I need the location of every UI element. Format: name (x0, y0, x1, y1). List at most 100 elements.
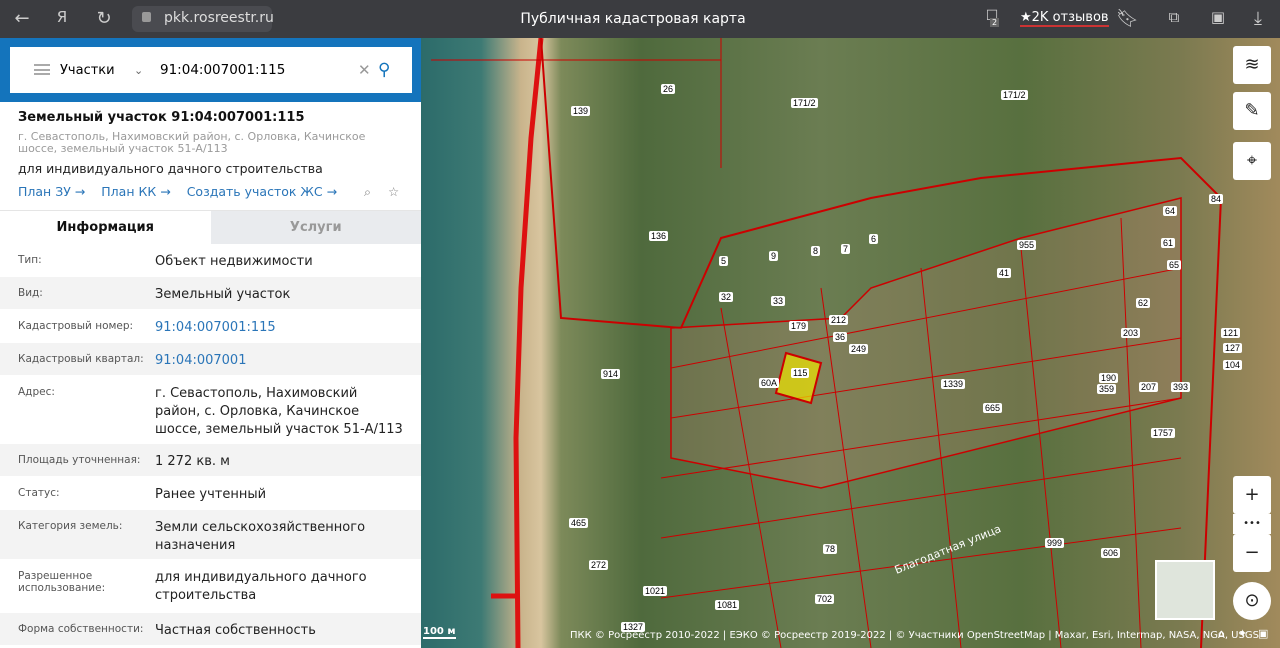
parcel-label[interactable]: 32 (719, 292, 734, 302)
locate-button[interactable]: ⌖ (1233, 142, 1271, 180)
object-title: Земельный участок 91:04:007001:115 (18, 110, 305, 125)
minimap[interactable] (1155, 560, 1215, 620)
parcel-label[interactable]: 33 (771, 296, 786, 306)
search-input[interactable]: 91:04:007001:115 (160, 62, 285, 78)
object-card: Земельный участок 91:04:007001:115 г. Се… (0, 102, 421, 199)
parcel-label[interactable]: 84 (1209, 194, 1224, 204)
parcel-label[interactable]: 64 (1163, 206, 1178, 216)
parcel-label[interactable]: 999 (1045, 538, 1065, 548)
parcel-label[interactable]: 1081 (715, 600, 740, 610)
parcel-label[interactable]: 26 (661, 84, 676, 94)
object-purpose: для индивидуального дачного строительств… (18, 161, 323, 176)
parcel-boundaries (431, 38, 1223, 648)
extension-icon[interactable]: ▣ (1208, 8, 1228, 26)
parcel-label[interactable]: 78 (823, 544, 838, 554)
reviews-button[interactable]: ★2K отзывов (1020, 10, 1109, 27)
info-row: Адрес: г. Севастополь, Нахимовский район,… (0, 376, 421, 444)
parcel-label[interactable]: 665 (983, 403, 1003, 413)
fullscreen-icon[interactable]: ▣ (1258, 627, 1268, 640)
zoom-in-button[interactable]: + (1233, 476, 1271, 514)
parcel-label[interactable]: 702 (815, 594, 835, 604)
search-type-select[interactable]: Участки (60, 63, 115, 78)
parcel-label[interactable]: 179 (789, 321, 809, 331)
parcel-label[interactable]: 190 (1099, 373, 1119, 383)
parcel-label[interactable]: 115 (791, 368, 810, 378)
info-value: Объект недвижимости (155, 254, 313, 269)
plan-zu-link[interactable]: План ЗУ → (18, 184, 85, 199)
chevron-down-icon[interactable]: ⌄ (134, 64, 143, 77)
plan-kk-link[interactable]: План КК → (101, 184, 170, 199)
create-plot-link[interactable]: Создать участок ЖС → (187, 184, 337, 199)
info-row: Статус: Ранее учтенный (0, 477, 421, 510)
parcel-label[interactable]: 955 (1017, 240, 1037, 250)
parcel-label[interactable]: 249 (849, 344, 869, 354)
parcel-label[interactable]: 6 (869, 234, 879, 244)
parcel-label[interactable]: 465 (569, 518, 589, 528)
scale-bar: 100 м (423, 626, 456, 639)
parcel-label[interactable]: 9 (769, 251, 779, 261)
parcel-label[interactable]: 36 (833, 332, 848, 342)
star-icon[interactable]: ☆ (388, 184, 399, 199)
parcel-label[interactable]: 393 (1171, 382, 1191, 392)
parcel-label[interactable]: 65 (1167, 260, 1182, 270)
parcel-label[interactable]: 914 (601, 369, 621, 379)
info-label: Разрешенное использование: (18, 570, 106, 594)
info-label: Площадь уточненная: (18, 454, 141, 466)
measure-button[interactable]: ✎ (1233, 92, 1271, 130)
menu-icon[interactable] (34, 64, 50, 75)
info-value: Ранее учтенный (155, 487, 267, 502)
translate-icon[interactable]: ⧉ (1164, 8, 1184, 26)
parcel-label[interactable]: 7 (841, 244, 851, 254)
object-address: г. Севастополь, Нахимовский район, с. Ор… (18, 130, 366, 155)
info-label: Форма собственности: (18, 623, 144, 635)
search-on-map-icon[interactable]: ⌕ (364, 184, 371, 200)
parcel-label[interactable]: 62 (1136, 298, 1151, 308)
parcel-label[interactable]: 272 (589, 560, 609, 570)
info-value[interactable]: 91:04:007001 (155, 343, 403, 375)
compass-button[interactable]: ⊙ (1233, 582, 1271, 620)
parcel-label[interactable]: 8 (811, 246, 821, 256)
info-value[interactable]: 91:04:007001:115 (155, 310, 403, 342)
parcel-label[interactable]: 60А (759, 378, 780, 388)
map[interactable]: 139 26 171/2 171/2 136 5 9 8 7 6 955 41 32 33 179 212 36… (421, 38, 1280, 648)
clear-icon[interactable]: ✕ (358, 61, 371, 79)
parcel-label[interactable]: 1339 (941, 379, 966, 389)
parcel-label[interactable]: 359 (1097, 384, 1117, 394)
parcel-label[interactable]: 104 (1223, 360, 1243, 370)
search-icon[interactable]: ⚲ (378, 60, 390, 80)
info-label: Адрес: (18, 386, 55, 398)
parcel-label[interactable]: 136 (649, 231, 669, 241)
info-value: Частная собственность (155, 623, 316, 638)
info-row: Кадастровый номер: 91:04:007001:115 (0, 310, 421, 343)
bookmark-icon[interactable]: 🔖︎ (1116, 8, 1139, 29)
info-label: Категория земель: (18, 520, 123, 532)
parcel-label[interactable]: 1757 (1151, 428, 1176, 438)
parcel-label[interactable]: 127 (1223, 343, 1243, 353)
info-row: Тип: Объект недвижимости (0, 244, 421, 277)
locate-small-icon[interactable]: ✦ (1238, 627, 1247, 640)
home-icon[interactable]: ⌂ (1218, 627, 1225, 640)
search-bar: Участки ⌄ 91:04:007001:115 ✕ ⚲ (0, 38, 421, 102)
parcel-label[interactable]: 139 (571, 106, 591, 116)
more-button[interactable]: ••• (1233, 514, 1271, 534)
parcel-label[interactable]: 1021 (643, 586, 668, 596)
layers-button[interactable]: ≋ (1233, 46, 1271, 84)
parcel-label[interactable]: 212 (829, 315, 849, 325)
zoom-out-button[interactable]: − (1233, 534, 1271, 572)
parcel-label[interactable]: 5 (719, 256, 729, 266)
parcel-label[interactable]: 171/2 (1001, 90, 1028, 100)
parcel-label[interactable]: 606 (1101, 548, 1121, 558)
parcel-label[interactable]: 61 (1161, 238, 1176, 248)
parcel-label[interactable]: 41 (997, 268, 1012, 278)
info-table: Тип: Объект недвижимости Вид: Земельный уча… (0, 244, 421, 646)
parcel-label[interactable]: 121 (1221, 328, 1241, 338)
parcel-label[interactable]: 203 (1121, 328, 1141, 338)
info-value: Земли сельскохозяйственного назначения (155, 520, 366, 553)
browser-toolbar: ← Я ↻ pkk.rosreestr.ru Публичная кадастр… (0, 0, 1280, 38)
tab-services[interactable]: Услуги (210, 211, 421, 244)
download-icon[interactable]: ⤓ (1248, 8, 1268, 29)
parcel-label[interactable]: 171/2 (791, 98, 818, 108)
parcel-label[interactable]: 207 (1139, 382, 1159, 392)
info-row: Категория земель: Земли сельскохозяйствен… (0, 510, 421, 560)
tab-info[interactable]: Информация (0, 211, 211, 244)
